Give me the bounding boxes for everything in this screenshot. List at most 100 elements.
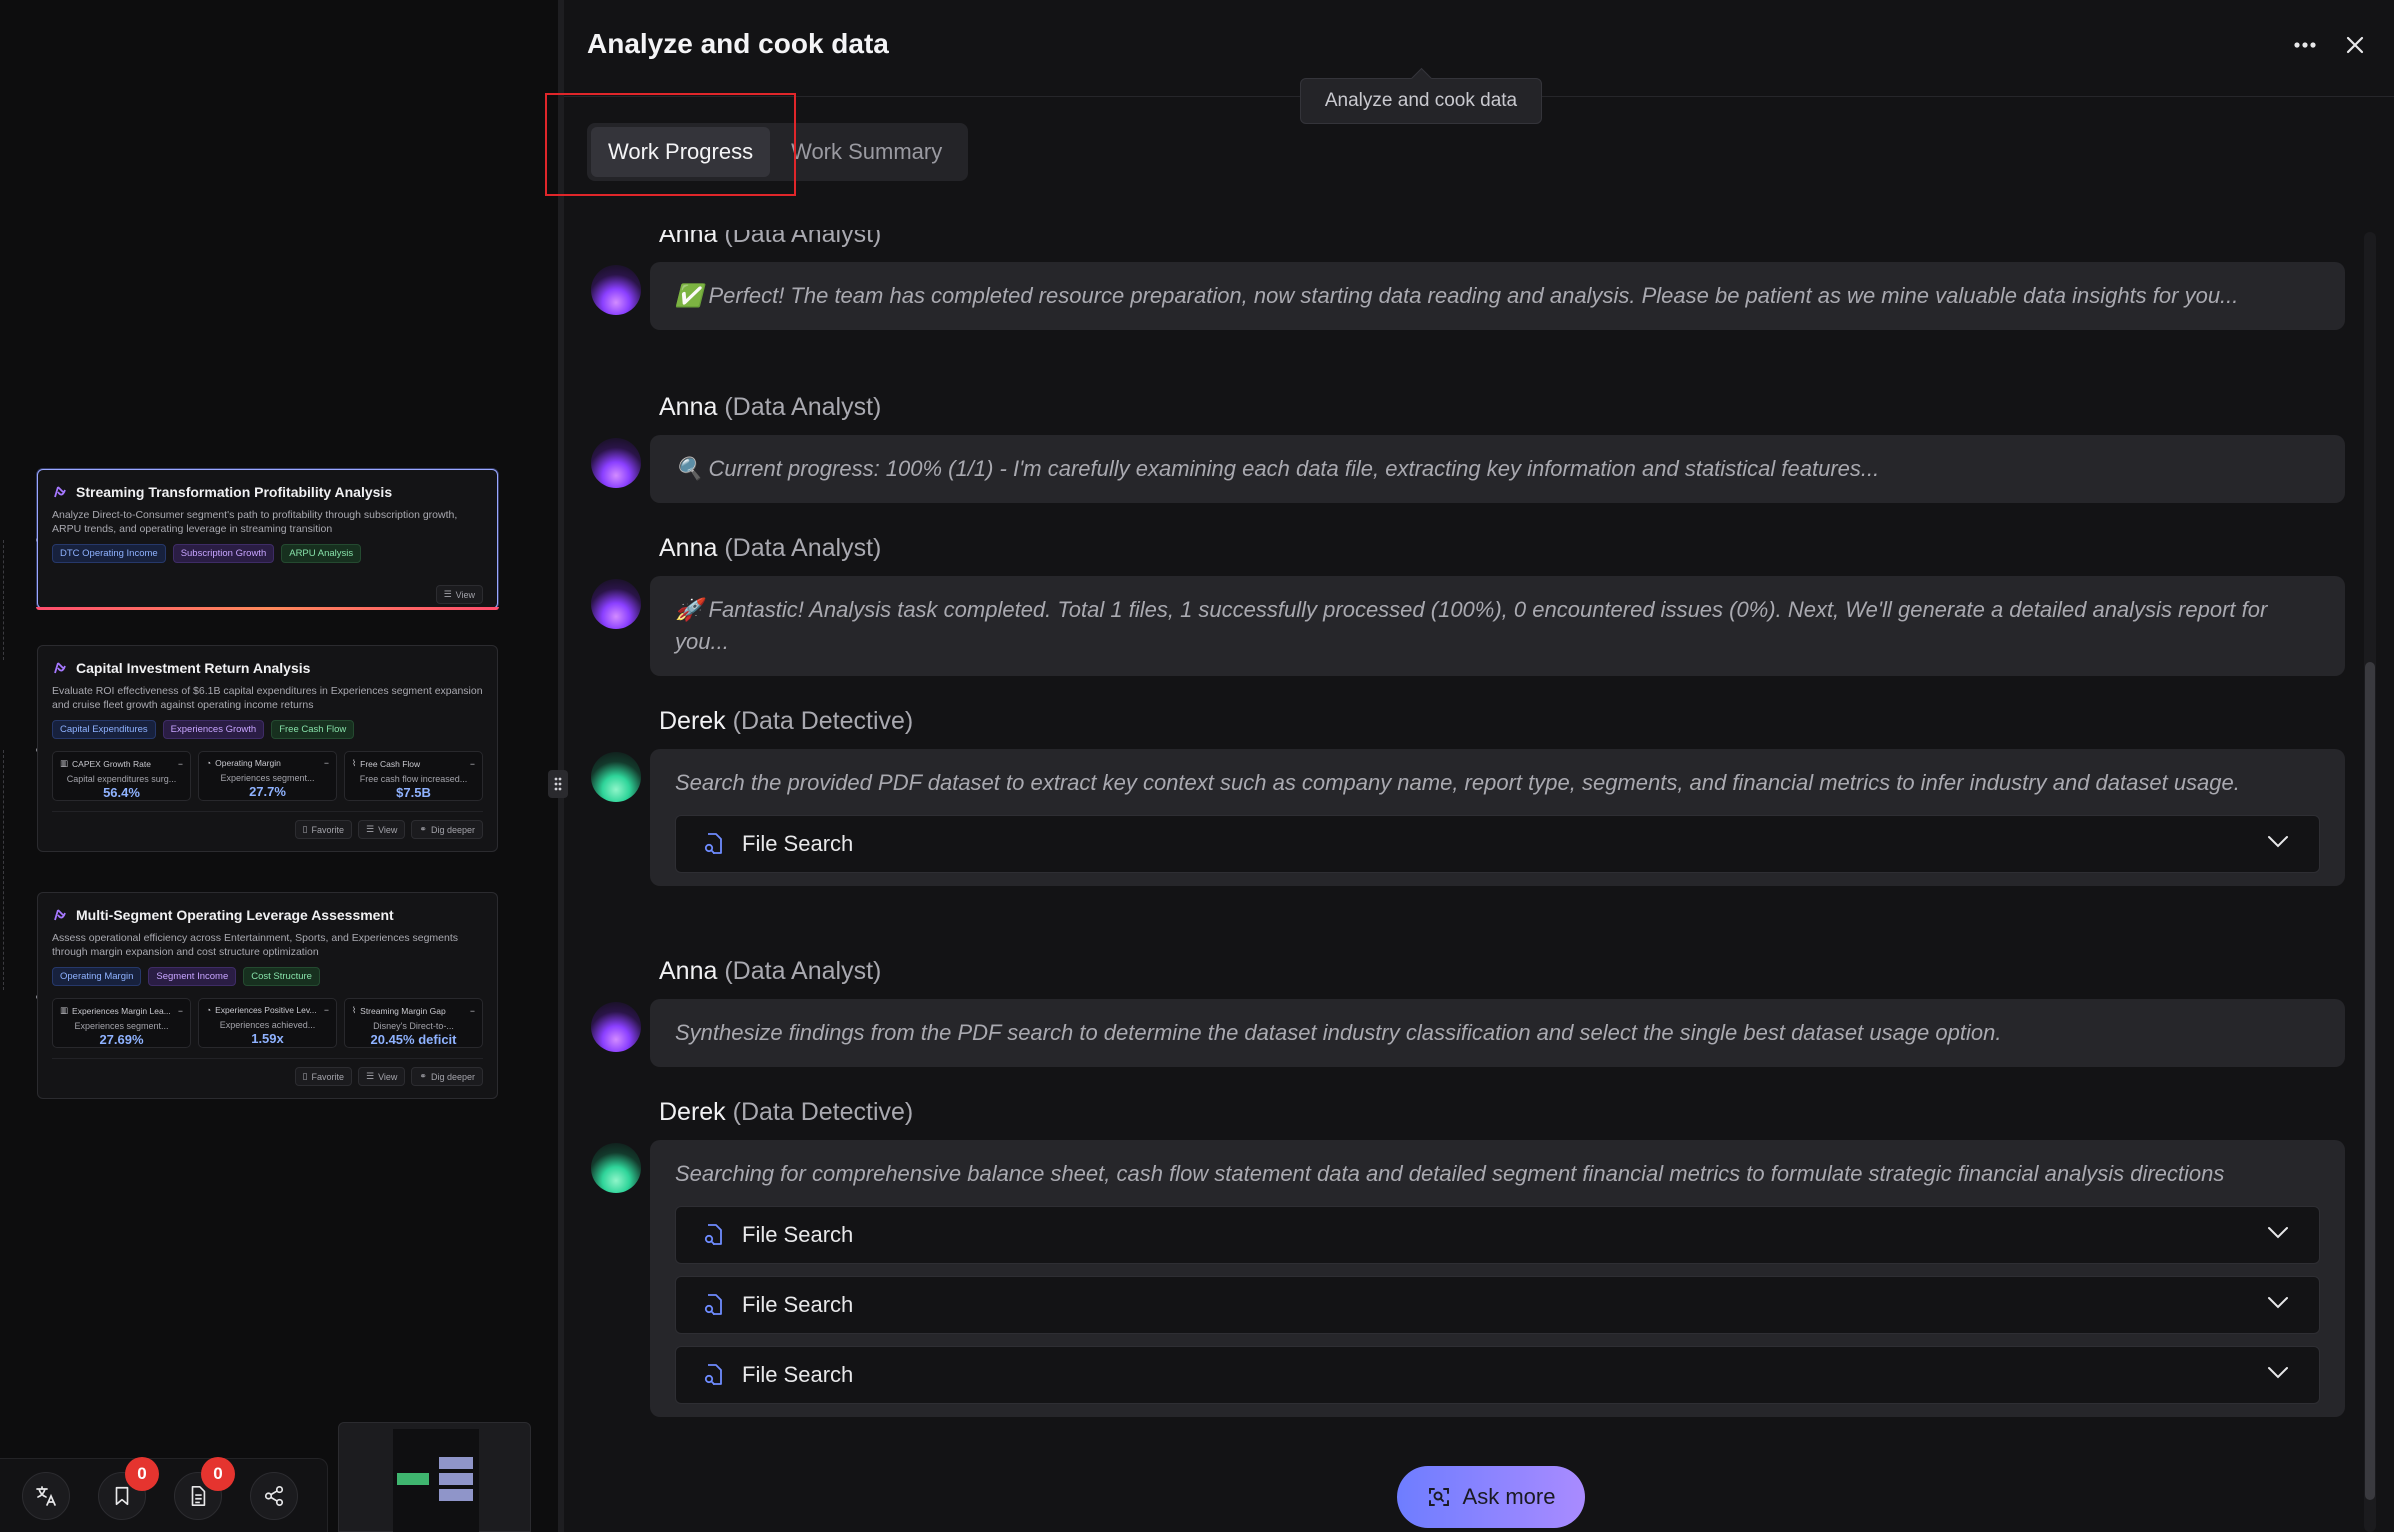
metric-value: 27.7% bbox=[249, 784, 286, 799]
metric-value: 20.45% deficit bbox=[370, 1032, 457, 1047]
panel-resize-handle[interactable] bbox=[548, 770, 568, 798]
analysis-icon bbox=[54, 909, 66, 921]
view-button[interactable]: ☰ View bbox=[357, 1067, 406, 1086]
chevron-down-icon[interactable] bbox=[2267, 1226, 2289, 1240]
close-button[interactable] bbox=[2338, 28, 2372, 62]
share-button[interactable] bbox=[250, 1471, 298, 1520]
tag: Operating Margin bbox=[52, 967, 142, 986]
dig-deeper-button[interactable]: ⚭ Dig deeper bbox=[411, 1067, 483, 1086]
tag: Subscription Growth bbox=[172, 544, 275, 563]
favorite-button[interactable]: ▯ Favorite bbox=[294, 820, 352, 839]
translate-button[interactable] bbox=[22, 1471, 70, 1520]
link-icon: ⚭ bbox=[419, 824, 427, 834]
chevron-down-icon[interactable] bbox=[2267, 835, 2289, 849]
metric-subtitle: Experiences achieved... bbox=[219, 1020, 316, 1030]
minus-icon: − bbox=[324, 1005, 329, 1015]
metric-tile[interactable]: ▥ CAPEX Growth Rate − Capital expenditures… bbox=[52, 751, 191, 801]
document-icon bbox=[191, 1485, 206, 1506]
metric-subtitle: Free cash flow increased... bbox=[359, 774, 468, 784]
metric-tile[interactable]: ◔ Experiences Positive Lev... − Experience… bbox=[198, 998, 337, 1048]
ask-more-button[interactable]: Ask more bbox=[1397, 1466, 1585, 1528]
feed-scrollbar[interactable] bbox=[2364, 232, 2376, 1532]
favorite-button[interactable]: ▯ Favorite bbox=[294, 1067, 352, 1086]
metric-tile[interactable]: ⌇ Streaming Margin Gap − Disney's Direct-t… bbox=[344, 998, 483, 1048]
bar-chart-icon: ▥ bbox=[60, 758, 69, 768]
title-tooltip: Analyze and cook data bbox=[1300, 78, 1542, 124]
scrollbar-thumb[interactable] bbox=[2365, 662, 2375, 1500]
connector-line bbox=[3, 750, 4, 990]
document-count-badge: 0 bbox=[201, 1456, 235, 1491]
message-bubble: ✅ Perfect! The team has completed resour… bbox=[650, 262, 2345, 330]
view-button[interactable]: ☰ View bbox=[357, 820, 406, 839]
message-bubble: 🔍 Current progress: 100% (1/1) - I'm car… bbox=[650, 435, 2345, 503]
metric-tile[interactable]: ▥ Experiences Margin Lea... − Experiences … bbox=[52, 998, 191, 1048]
agent-avatar bbox=[591, 579, 641, 629]
pie-chart-icon: ◔ bbox=[206, 1005, 212, 1015]
tab-work-summary[interactable]: Work Summary bbox=[774, 127, 959, 177]
tool-label: File Search bbox=[742, 1292, 854, 1317]
bookmark-icon bbox=[115, 1486, 129, 1505]
chevron-down-icon[interactable] bbox=[2267, 1366, 2289, 1380]
workflow-canvas[interactable]: Streaming Transformation Profitability A… bbox=[0, 0, 558, 1532]
file-search-tool-call[interactable]: File Search bbox=[675, 1276, 2320, 1334]
message-bubble: Searching for comprehensive balance shee… bbox=[650, 1140, 2345, 1417]
message-text: Searching for comprehensive balance shee… bbox=[675, 1161, 2225, 1186]
message-text: 🚀 Fantastic! Analysis task completed. To… bbox=[675, 597, 2268, 654]
minimap-viewport[interactable] bbox=[393, 1429, 479, 1532]
message-text: 🔍 Current progress: 100% (1/1) - I'm car… bbox=[675, 456, 1880, 481]
card-title: Multi-Segment Operating Leverage Assessm… bbox=[76, 907, 394, 923]
bottom-toolbar: 0 0 bbox=[0, 1456, 328, 1532]
minus-icon: − bbox=[470, 758, 475, 769]
bar-chart-icon: ▥ bbox=[60, 1005, 69, 1015]
tag: Free Cash Flow bbox=[271, 720, 355, 739]
file-search-tool-call[interactable]: File Search bbox=[675, 1346, 2320, 1404]
more-options-button[interactable] bbox=[2288, 28, 2322, 62]
chevron-down-icon[interactable] bbox=[2267, 1296, 2289, 1310]
sender-label: Anna (Data Analyst) bbox=[659, 957, 882, 985]
metric-subtitle: Experiences segment... bbox=[220, 773, 315, 783]
bookmarks-button[interactable]: 0 bbox=[98, 1456, 159, 1520]
sender-label: Derek (Data Detective) bbox=[659, 707, 914, 735]
bookmark-icon: ▯ bbox=[302, 1071, 308, 1081]
tag: ARPU Analysis bbox=[281, 544, 362, 563]
tool-label: File Search bbox=[742, 831, 854, 856]
tag: Experiences Growth bbox=[162, 720, 265, 739]
minimap[interactable] bbox=[338, 1422, 531, 1532]
ask-more-label: Ask more bbox=[1462, 1484, 1556, 1509]
pie-chart-icon: ◔ bbox=[206, 758, 212, 768]
analysis-card-operating-leverage[interactable]: Multi-Segment Operating Leverage Assessm… bbox=[37, 892, 498, 1099]
metric-tile[interactable]: ◔ Operating Margin − Experiences segment..… bbox=[198, 751, 337, 801]
metric-subtitle: Experiences segment... bbox=[74, 1021, 169, 1031]
analysis-card-capital[interactable]: Capital Investment Return Analysis Evalu… bbox=[37, 645, 498, 852]
agent-avatar bbox=[591, 265, 641, 315]
minus-icon: − bbox=[470, 1005, 475, 1016]
message-text: Synthesize findings from the PDF search … bbox=[675, 1020, 2002, 1045]
file-search-icon bbox=[704, 833, 722, 854]
documents-button[interactable]: 0 bbox=[174, 1456, 235, 1520]
bookmark-count-badge: 0 bbox=[125, 1456, 159, 1491]
metric-subtitle: Capital expenditures surg... bbox=[66, 774, 177, 784]
agent-avatar bbox=[591, 752, 641, 802]
file-search-tool-call[interactable]: File Search bbox=[675, 815, 2320, 873]
tag: Capital Expenditures bbox=[52, 720, 156, 739]
metric-tile[interactable]: ⌇ Free Cash Flow − Free cash flow increase… bbox=[344, 751, 483, 801]
metric-value: 1.59x bbox=[251, 1031, 284, 1046]
dig-deeper-button[interactable]: ⚭ Dig deeper bbox=[411, 820, 483, 839]
analysis-card-streaming[interactable]: Streaming Transformation Profitability A… bbox=[36, 469, 499, 610]
task-detail-panel: Analyze and cook data Analyze and cook d… bbox=[558, 0, 2394, 1532]
file-search-tool-call[interactable]: File Search bbox=[675, 1206, 2320, 1264]
view-button[interactable]: ☰ View bbox=[435, 585, 483, 604]
minus-icon: − bbox=[178, 758, 183, 769]
sender-label: Anna (Data Analyst) bbox=[659, 393, 882, 421]
tag: Segment Income bbox=[148, 967, 237, 986]
tab-work-progress[interactable]: Work Progress bbox=[591, 127, 771, 177]
message-feed[interactable]: Anna (Data Analyst) ✅ Perfect! The team … bbox=[587, 230, 2347, 1532]
tag: DTC Operating Income bbox=[52, 544, 166, 563]
card-description: Evaluate ROI effectiveness of $6.1B capi… bbox=[52, 685, 483, 711]
card-title: Streaming Transformation Profitability A… bbox=[76, 484, 393, 500]
file-search-icon bbox=[704, 1364, 722, 1385]
minimap-node bbox=[439, 1457, 473, 1469]
card-title: Capital Investment Return Analysis bbox=[76, 660, 311, 676]
sender-label: Derek (Data Detective) bbox=[659, 1098, 914, 1126]
panel-title: Analyze and cook data bbox=[587, 28, 889, 59]
